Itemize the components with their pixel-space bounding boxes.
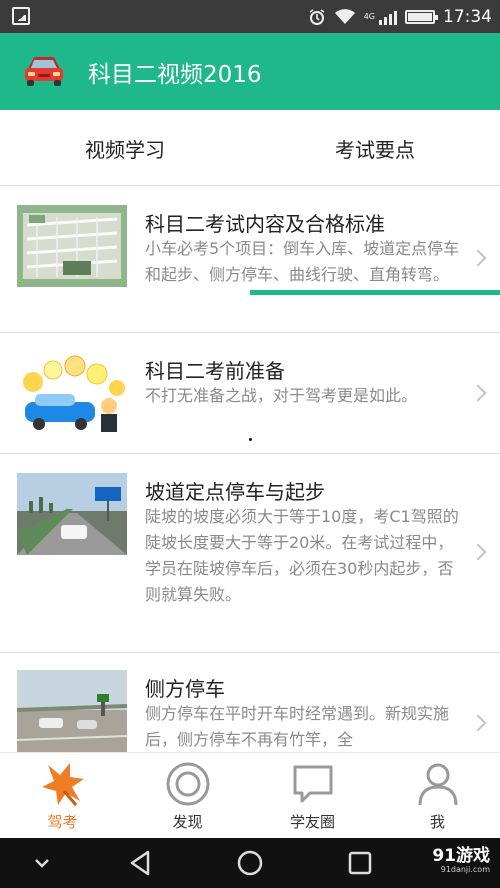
chat-bubble-icon	[293, 765, 333, 803]
signal-icon	[379, 9, 397, 25]
parking-lot-photo-thumbnail	[17, 670, 127, 752]
item-description: 不打无准备之战，对于驾考更是如此。	[145, 386, 418, 405]
nav-label: 我	[429, 813, 445, 831]
chevron-right-icon	[469, 543, 487, 561]
recents-icon[interactable]	[330, 838, 390, 888]
battery-icon	[405, 9, 438, 24]
nav-item-jiakao[interactable]: 驾考	[0, 753, 125, 839]
wifi-icon	[334, 8, 355, 24]
alarm-icon	[309, 8, 325, 25]
watermark-text: 91游戏	[432, 846, 490, 866]
system-navigation-bar: 91游戏 91danji.com	[0, 838, 500, 888]
nav-item-discover[interactable]: 发现	[125, 753, 250, 839]
nav-item-me[interactable]: 我	[375, 753, 500, 839]
item-title: 科目二考前准备	[145, 359, 285, 383]
watermark-subtext: 91danji.com	[440, 865, 490, 874]
red-car-icon[interactable]	[22, 53, 66, 89]
person-icon	[418, 763, 458, 806]
exam-course-map-thumbnail	[17, 205, 127, 287]
status-time: 17:34	[443, 6, 492, 27]
tab-exam-points[interactable]: 考试要点	[250, 110, 500, 186]
slope-road-photo-thumbnail	[17, 473, 127, 555]
nav-label: 学友圈	[289, 813, 335, 831]
bottom-navigation: 驾考 发现 学友圈 我	[0, 752, 500, 838]
list-item[interactable]: 科目二考试内容及合格标准 小车必考5个项目：倒车入库、坡道定点停车和起步、侧方停…	[0, 186, 500, 333]
item-title: 侧方停车	[145, 677, 225, 701]
list-item[interactable]: 坡道定点停车与起步 陡坡的坡度必须大于等于10度，考C1驾照的陡坡长度要大于等于…	[0, 454, 500, 653]
tab-bar: 视频学习 考试要点	[0, 110, 500, 295]
image-icon	[12, 7, 30, 25]
app-title: 科目二视频2016	[88, 62, 262, 88]
scroll-indicator-dot	[249, 438, 252, 441]
chevron-right-icon	[469, 714, 487, 732]
nav-label: 驾考	[47, 813, 78, 831]
back-icon[interactable]	[110, 838, 170, 888]
item-description: 小车必考5个项目：倒车入库、坡道定点停车和起步、侧方停车、曲线行驶、直角转弯。	[145, 239, 460, 284]
status-icons: 4G 17:34	[308, 0, 492, 33]
police-car-illustration-thumbnail	[17, 352, 127, 434]
target-icon	[166, 762, 210, 806]
status-bar: 4G 17:34	[0, 0, 500, 33]
home-icon[interactable]	[220, 838, 280, 888]
app-bar: 科目二视频2016	[0, 33, 500, 110]
chevron-right-icon	[469, 249, 487, 267]
item-description: 侧方停车在平时开车时经常遇到。新规实施后，侧方停车不再有竹竿，全	[145, 704, 450, 749]
network-type-label: 4G	[363, 11, 375, 21]
nav-item-friends-circle[interactable]: 学友圈	[250, 753, 375, 839]
chevron-down-icon[interactable]	[12, 838, 72, 888]
list-item[interactable]: 科目二考前准备 不打无准备之战，对于驾考更是如此。	[0, 333, 500, 454]
item-title: 坡道定点停车与起步	[145, 480, 325, 504]
item-title: 科目二考试内容及合格标准	[145, 212, 385, 236]
nav-label: 发现	[172, 813, 203, 831]
site-watermark: 91游戏 91danji.com	[432, 847, 490, 875]
item-description: 陡坡的坡度必须大于等于10度，考C1驾照的陡坡长度要大于等于20米。在考试过程中…	[145, 507, 459, 604]
tab-video-study[interactable]: 视频学习	[0, 110, 250, 186]
article-list[interactable]: 科目二考试内容及合格标准 小车必考5个项目：倒车入库、坡道定点停车和起步、侧方停…	[0, 186, 500, 752]
list-item[interactable]: 侧方停车 侧方停车在平时开车时经常遇到。新规实施后，侧方停车不再有竹竿，全	[0, 653, 500, 752]
chevron-right-icon	[469, 384, 487, 402]
star-icon	[42, 763, 84, 806]
